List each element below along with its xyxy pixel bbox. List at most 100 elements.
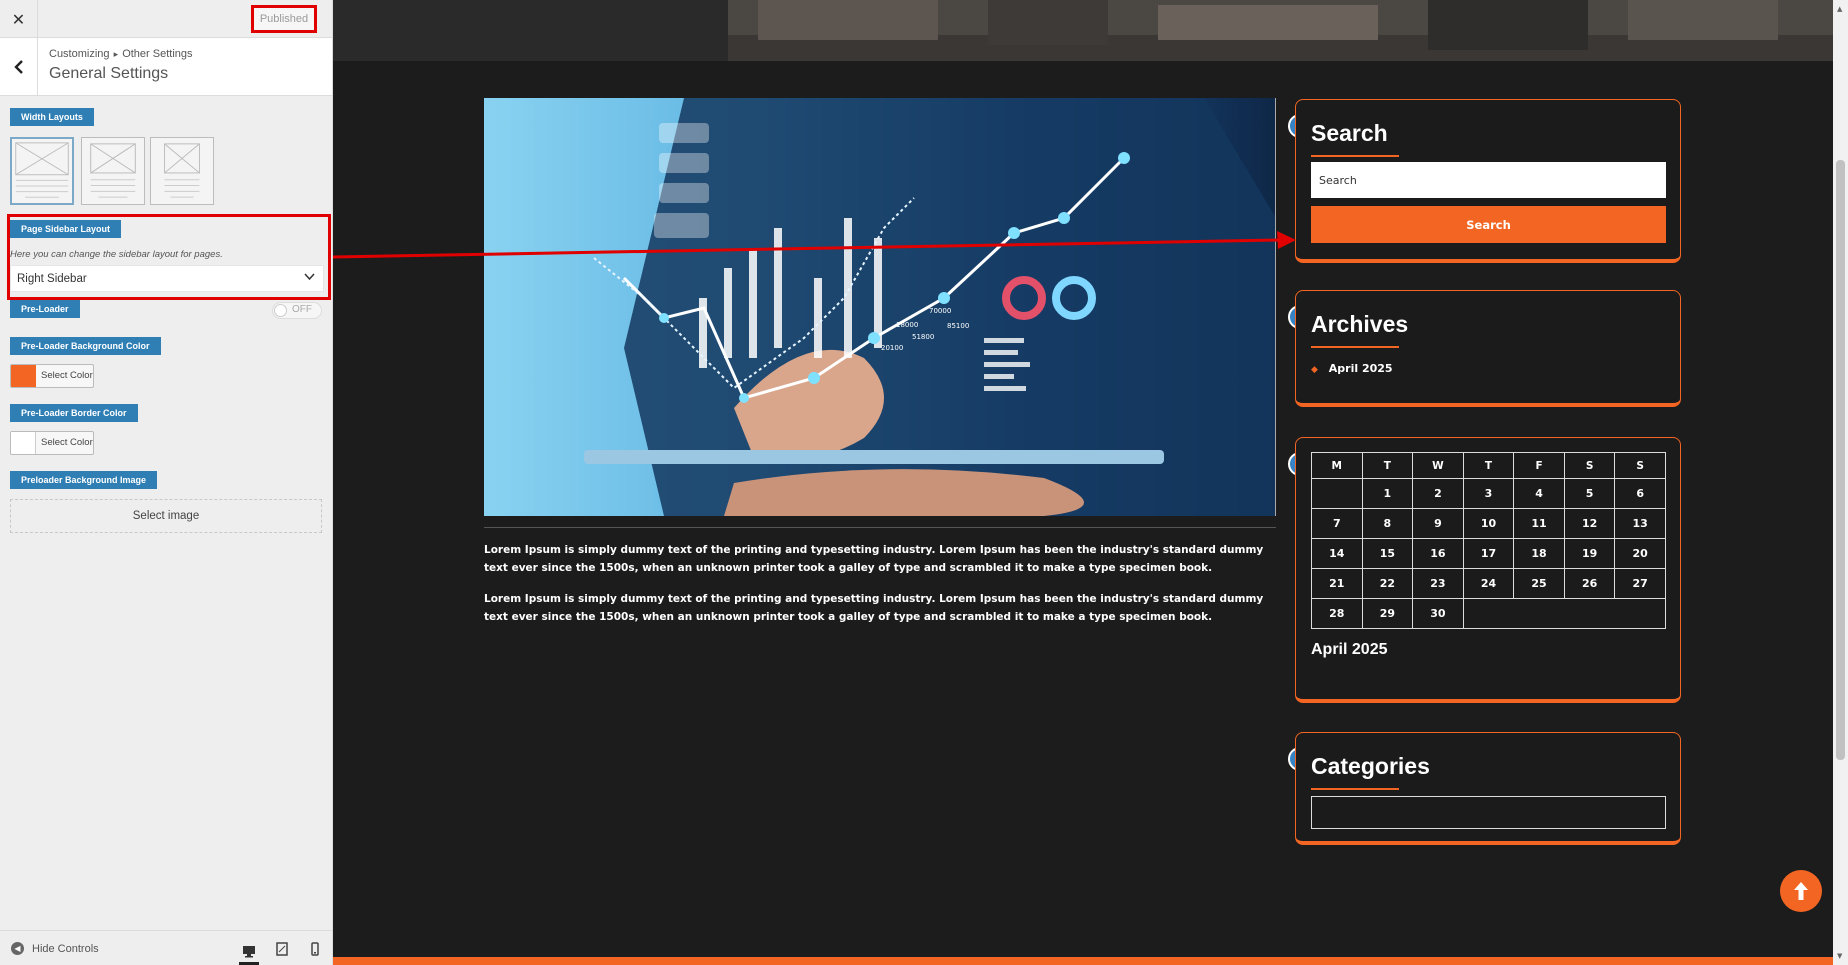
calendar-week-row: 7 8 9 10 11 12 13 bbox=[1311, 508, 1666, 539]
breadcrumb: Customizing ▸ Other Settings bbox=[49, 48, 193, 60]
calendar-day: 6 bbox=[1614, 478, 1666, 509]
layout-boxed-icon bbox=[90, 143, 136, 198]
calendar-week-row: 1 2 3 4 5 6 bbox=[1311, 478, 1666, 509]
preloader-bg-color-label: Pre-Loader Background Color bbox=[10, 337, 161, 355]
hide-controls-icon: ◀ bbox=[11, 942, 24, 955]
preview-scrollbar[interactable] bbox=[1833, 0, 1848, 965]
preloader-toggle[interactable]: OFF bbox=[272, 302, 322, 319]
publish-button[interactable]: Published bbox=[251, 5, 317, 33]
calendar-day: 19 bbox=[1563, 538, 1616, 569]
calendar-day: 4 bbox=[1513, 478, 1565, 509]
calendar-day: 30 bbox=[1412, 598, 1464, 629]
calendar-pad bbox=[1462, 598, 1667, 629]
categories-select[interactable] bbox=[1311, 796, 1666, 829]
preloader-label: Pre-Loader bbox=[10, 300, 80, 318]
breadcrumb-parent: Other Settings bbox=[122, 48, 193, 60]
search-input[interactable]: Search bbox=[1311, 162, 1666, 198]
post-featured-image: 70000 85100 51800 20100 18000 bbox=[484, 98, 1276, 516]
calendar-day: 29 bbox=[1361, 598, 1414, 629]
page-sidebar-layout-label: Page Sidebar Layout bbox=[10, 220, 122, 238]
hide-controls-label: Hide Controls bbox=[32, 942, 99, 955]
header-banner bbox=[333, 0, 1833, 61]
calendar-day: 20 bbox=[1614, 538, 1666, 569]
toggle-knob bbox=[274, 304, 287, 317]
calendar-day: 13 bbox=[1614, 508, 1666, 539]
select-color-label: Select Color bbox=[41, 370, 93, 381]
layout-full-icon bbox=[15, 142, 69, 198]
page-sidebar-select[interactable]: Right Sidebar bbox=[10, 265, 324, 292]
calendar-day: 25 bbox=[1513, 568, 1565, 599]
select-image-button[interactable]: Select image bbox=[10, 499, 322, 533]
widget-title-underline bbox=[1311, 155, 1399, 157]
search-button[interactable]: Search bbox=[1311, 206, 1666, 243]
calendar-day: 22 bbox=[1361, 568, 1414, 599]
widget-title-underline bbox=[1311, 788, 1399, 790]
select-color-label: Select Color bbox=[41, 437, 93, 448]
calendar-day: 26 bbox=[1563, 568, 1616, 599]
calendar-day: 16 bbox=[1412, 538, 1464, 569]
back-chevron-icon[interactable] bbox=[0, 38, 38, 96]
post-paragraph: Lorem Ipsum is simply dummy text of the … bbox=[484, 544, 1264, 574]
layout-option-boxed[interactable] bbox=[81, 137, 145, 205]
calendar-day: 5 bbox=[1563, 478, 1616, 509]
calendar-day: 27 bbox=[1614, 568, 1666, 599]
layout-option-narrow[interactable] bbox=[150, 137, 214, 205]
bullet-icon: ◆ bbox=[1311, 365, 1318, 375]
calendar-day-header: T bbox=[1361, 452, 1414, 479]
calendar-day: 15 bbox=[1361, 538, 1414, 569]
search-widget: Search Search Search bbox=[1295, 99, 1681, 263]
page-sidebar-description: Here you can change the sidebar layout f… bbox=[10, 249, 223, 260]
chevron-down-icon bbox=[304, 271, 315, 285]
arrow-up-icon[interactable] bbox=[1780, 870, 1822, 912]
preloader-image-label: Preloader Background Image bbox=[10, 471, 158, 489]
calendar-day: 7 bbox=[1311, 508, 1363, 539]
calendar-day-header: W bbox=[1412, 452, 1464, 479]
scroll-up-icon[interactable]: ▲ bbox=[1837, 5, 1842, 13]
calendar-widget: M T W T F S S 1 2 3 4 5 6 7 8 9 10 11 12… bbox=[1295, 437, 1681, 703]
calendar-day: 12 bbox=[1563, 508, 1616, 539]
stock-chart-illustration: 70000 85100 51800 20100 18000 bbox=[484, 98, 1275, 516]
calendar-caption: April 2025 bbox=[1311, 641, 1388, 658]
section-title: General Settings bbox=[49, 65, 169, 82]
calendar-day: 17 bbox=[1462, 538, 1515, 569]
calendar-day: 10 bbox=[1462, 508, 1515, 539]
categories-widget: Categories bbox=[1295, 732, 1681, 845]
preloader-toggle-state: OFF bbox=[292, 304, 312, 315]
footer-accent-bar bbox=[333, 957, 1833, 965]
calendar-week-row: 14 15 16 17 18 19 20 bbox=[1311, 538, 1666, 569]
layout-option-full[interactable] bbox=[10, 137, 74, 205]
calendar-day: 23 bbox=[1412, 568, 1464, 599]
color-swatch bbox=[11, 432, 36, 454]
preloader-border-color-button[interactable]: Select Color bbox=[10, 431, 94, 455]
section-header: Customizing ▸ Other Settings General Set… bbox=[0, 38, 332, 96]
calendar-day: 11 bbox=[1513, 508, 1565, 539]
widget-title: Search bbox=[1311, 120, 1388, 146]
calendar-day: 3 bbox=[1462, 478, 1515, 509]
preloader-bg-color-button[interactable]: Select Color bbox=[10, 364, 94, 388]
post-divider bbox=[484, 527, 1276, 528]
archive-link[interactable]: ◆ April 2025 bbox=[1311, 362, 1393, 375]
calendar-day: 28 bbox=[1311, 598, 1363, 629]
image-figure-5: 18000 bbox=[896, 321, 918, 329]
scroll-down-icon[interactable]: ▼ bbox=[1837, 952, 1842, 960]
color-swatch bbox=[11, 365, 36, 387]
hide-controls-button[interactable]: ◀ Hide Controls bbox=[11, 942, 99, 955]
desktop-icon[interactable] bbox=[239, 940, 259, 965]
calendar-day-header: T bbox=[1462, 452, 1515, 479]
site-preview: 70000 85100 51800 20100 18000 Lorem Ipsu… bbox=[333, 0, 1833, 965]
mobile-icon[interactable] bbox=[305, 940, 325, 958]
breadcrumb-root: Customizing bbox=[49, 48, 110, 60]
calendar-day: 24 bbox=[1462, 568, 1515, 599]
customizer-header: ✕ Published bbox=[0, 0, 332, 38]
calendar-day: 14 bbox=[1311, 538, 1363, 569]
close-icon[interactable]: ✕ bbox=[0, 0, 38, 38]
calendar-day: 8 bbox=[1361, 508, 1414, 539]
calendar-day-header: F bbox=[1513, 452, 1565, 479]
tablet-icon[interactable] bbox=[272, 940, 292, 958]
image-figure-3: 51800 bbox=[912, 333, 934, 341]
scrollbar-thumb[interactable] bbox=[1836, 160, 1845, 760]
customizer-panel: ✕ Published Customizing ▸ Other Settings… bbox=[0, 0, 333, 965]
calendar-week-row: 28 29 30 bbox=[1311, 598, 1667, 629]
calendar-day: 21 bbox=[1311, 568, 1363, 599]
layout-narrow-icon bbox=[164, 143, 200, 198]
